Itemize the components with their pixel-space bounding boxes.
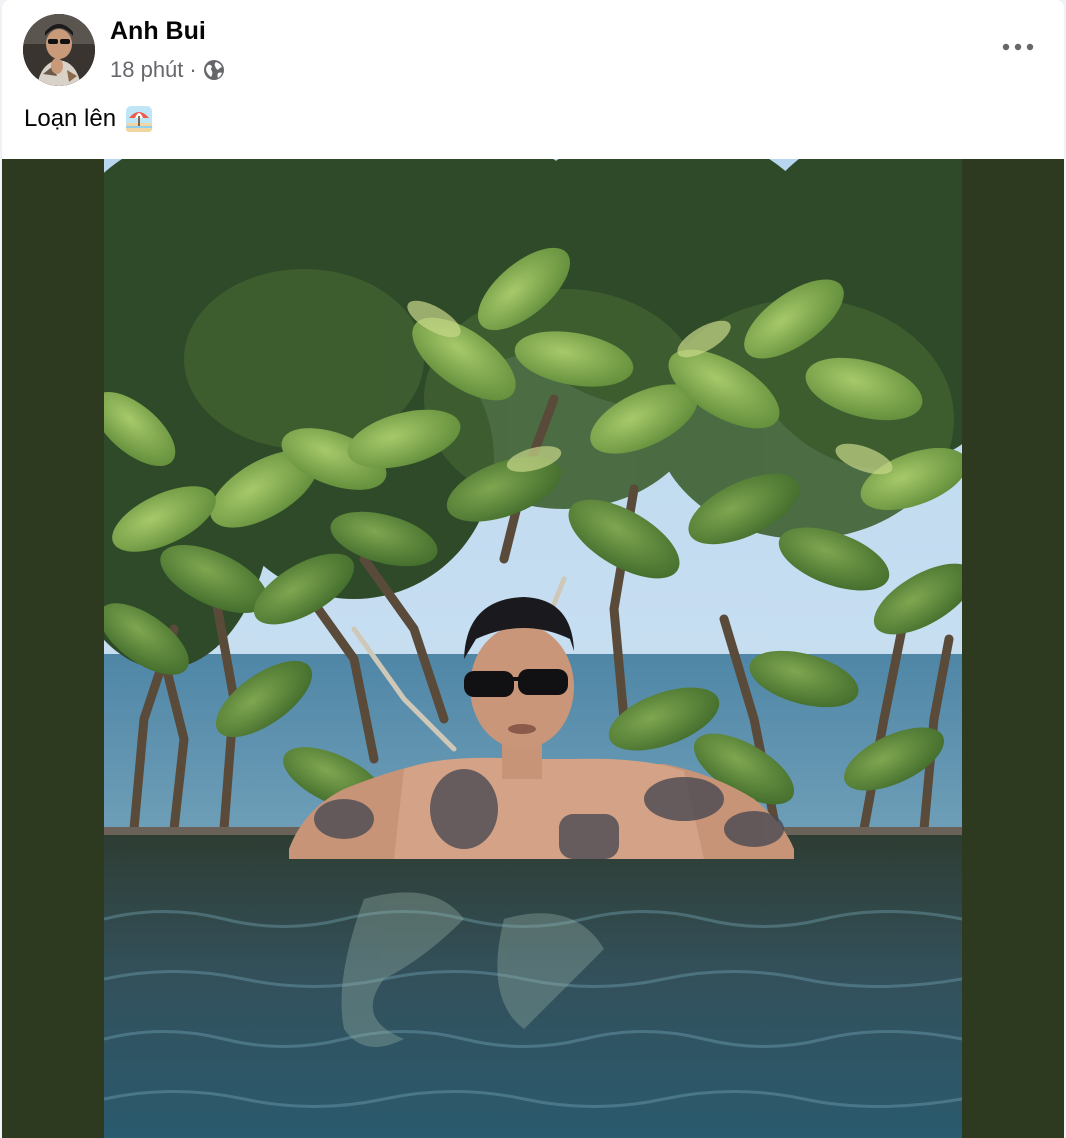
post-caption: Loạn lên <box>24 104 154 134</box>
caption-text: Loạn lên <box>24 105 117 132</box>
post-media <box>2 159 1064 1138</box>
meta-separator: · <box>189 57 197 82</box>
beach-umbrella-emoji <box>124 104 154 134</box>
post-meta: 18 phút · <box>110 56 225 84</box>
more-options-button[interactable] <box>994 30 1042 64</box>
avatar-image <box>23 14 95 86</box>
globe-icon[interactable] <box>203 59 225 81</box>
post-header: Anh Bui 18 phút · <box>2 0 1064 92</box>
author-avatar[interactable] <box>23 14 95 86</box>
author-name[interactable]: Anh Bui <box>110 17 206 46</box>
feed-post: Anh Bui 18 phút · Loạn lên <box>2 0 1064 1138</box>
more-options-icon <box>1002 43 1034 51</box>
photo-image <box>104 159 962 1138</box>
post-timestamp[interactable]: 18 phút <box>110 57 183 83</box>
post-photo[interactable] <box>104 159 962 1138</box>
